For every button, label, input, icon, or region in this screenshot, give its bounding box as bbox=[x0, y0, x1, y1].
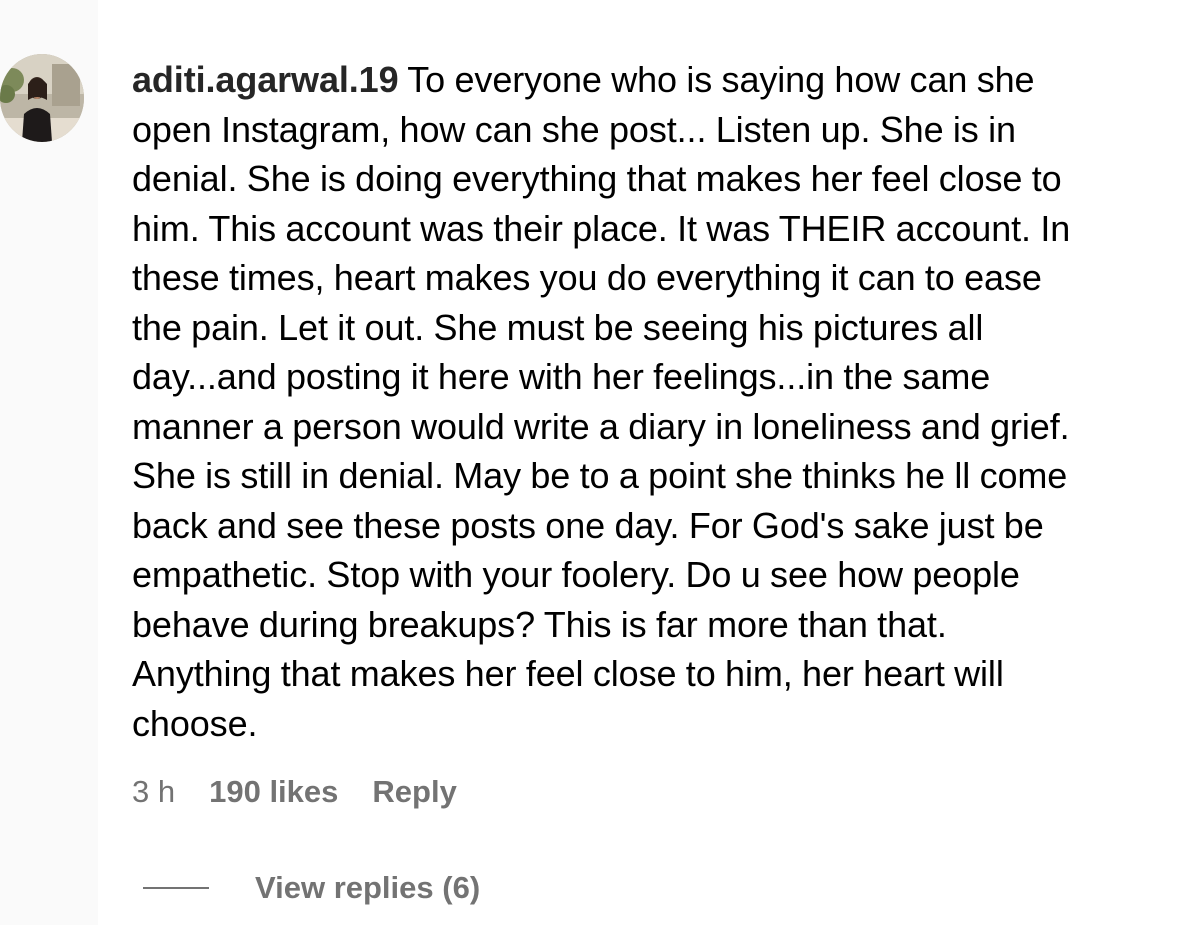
replies-dash-divider bbox=[143, 887, 209, 889]
comment-line: these times, heart makes you do everythi… bbox=[132, 257, 1042, 298]
avatar[interactable] bbox=[0, 54, 84, 142]
comment-line: She is still in denial. May be to a poin… bbox=[132, 455, 1068, 496]
comment-line: the pain. Let it out. She must be seeing… bbox=[132, 306, 984, 348]
comment-line: Anything that makes her feel close to hi… bbox=[132, 653, 1004, 694]
comment-line-1: aditi.agarwal.19 To everyone who is sayi… bbox=[132, 55, 1194, 105]
comment-username[interactable]: aditi.agarwal.19 bbox=[132, 59, 399, 100]
comment-body: aditi.agarwal.19 To everyone who is sayi… bbox=[132, 55, 1194, 748]
comment-line: back and see these posts one day. For Go… bbox=[132, 504, 1044, 546]
likes-count-button[interactable]: 190 likes bbox=[209, 774, 338, 810]
comment-line: behave during breakups? This is far more… bbox=[132, 603, 947, 645]
comment-meta: 3 h 190 likes Reply bbox=[132, 770, 457, 814]
comment-line: day...and posting it here with her feeli… bbox=[132, 356, 991, 397]
comment-line: open Instagram, how can she post... List… bbox=[132, 108, 1016, 150]
view-replies-button[interactable]: View replies (6) bbox=[143, 866, 480, 910]
reply-button[interactable]: Reply bbox=[372, 774, 456, 810]
comment-line: him. This account was their place. It wa… bbox=[132, 207, 1071, 249]
profile-photo-icon bbox=[0, 54, 84, 142]
comment-line: choose. bbox=[132, 702, 258, 744]
comment-line: manner a person would write a diary in l… bbox=[132, 405, 1070, 447]
comment-line: empathetic. Stop with your foolery. Do u… bbox=[132, 554, 1020, 595]
comment-line: denial. She is doing everything that mak… bbox=[132, 158, 1062, 199]
comment-text: To everyone who is saying how can she bbox=[398, 59, 1035, 100]
comment-timestamp[interactable]: 3 h bbox=[132, 774, 175, 810]
view-replies-label: View replies (6) bbox=[255, 870, 481, 905]
